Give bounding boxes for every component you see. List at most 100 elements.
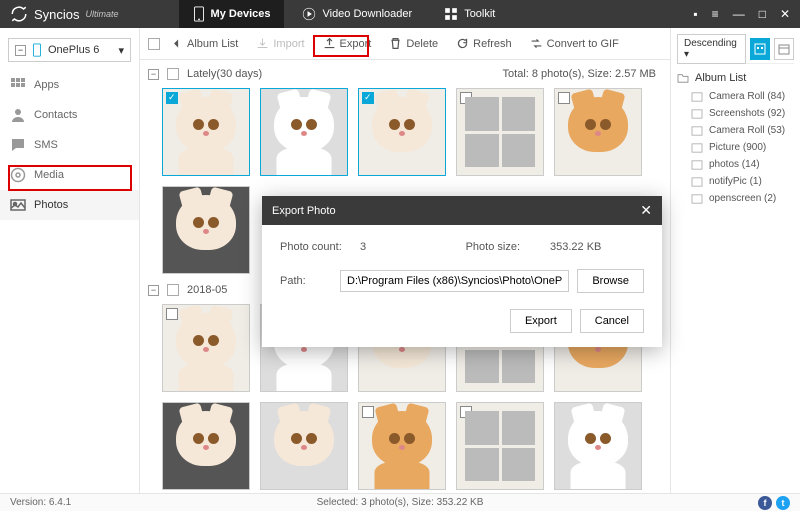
tab-label: Toolkit [464, 8, 495, 20]
photo-thumb[interactable] [260, 88, 348, 176]
facebook-icon[interactable]: f [758, 496, 772, 510]
collapse-icon[interactable]: − [148, 69, 159, 80]
photo-thumb[interactable] [358, 88, 446, 176]
nav-label: SMS [34, 139, 58, 151]
album-item[interactable]: notifyPic (1) [677, 173, 794, 190]
album-list-header[interactable]: Album List [677, 68, 794, 88]
size-value: 353.22 KB [550, 241, 601, 253]
sidebar-item-photos[interactable]: Photos [0, 190, 139, 220]
sidebar-item-sms[interactable]: SMS [0, 130, 139, 160]
trash-icon [389, 37, 402, 50]
play-icon [302, 7, 316, 21]
version-label: Version: 6.4.1 [10, 497, 71, 508]
photo-thumb[interactable] [456, 402, 544, 490]
collapse-icon[interactable]: − [148, 285, 159, 296]
tab-video-downloader[interactable]: Video Downloader [288, 0, 426, 28]
album-label: photos (14) [709, 159, 760, 170]
import-button[interactable]: Import [248, 32, 312, 55]
import-icon [256, 37, 269, 50]
sort-select[interactable]: Descending ▾ [677, 34, 746, 64]
sidebar-item-apps[interactable]: Apps [0, 70, 139, 100]
tab-label: My Devices [211, 8, 271, 20]
sidebar-right: Descending ▾ Album List Camera Roll (84)… [670, 28, 800, 493]
photo-thumb[interactable] [162, 304, 250, 392]
btn-label: Delete [406, 38, 438, 50]
annotation-box [313, 35, 369, 57]
photo-thumb[interactable] [358, 402, 446, 490]
sms-icon [10, 137, 26, 153]
path-input[interactable] [340, 270, 569, 292]
album-label: Camera Roll (84) [709, 91, 785, 102]
feedback-icon[interactable]: ▪ [693, 7, 697, 21]
pic-icon [691, 194, 703, 204]
close-icon[interactable]: ✕ [780, 7, 790, 21]
collapse-icon[interactable]: − [15, 45, 26, 56]
export-confirm-button[interactable]: Export [510, 309, 572, 333]
photo-thumb[interactable] [162, 88, 250, 176]
nav-label: Contacts [34, 109, 77, 121]
selection-summary: Selected: 3 photo(s), Size: 353.22 KB [317, 497, 484, 508]
view-list-button[interactable] [774, 38, 794, 60]
album-item[interactable]: Camera Roll (53) [677, 122, 794, 139]
pic-icon [691, 92, 703, 102]
photo-thumb[interactable] [554, 88, 642, 176]
maximize-icon[interactable]: □ [759, 7, 766, 21]
dialog-title: Export Photo [272, 205, 336, 217]
device-selector[interactable]: − OnePlus 6 ▾ [8, 38, 131, 62]
delete-button[interactable]: Delete [381, 32, 446, 55]
app-name: Syncios [34, 7, 80, 22]
tab-label: Video Downloader [322, 8, 412, 20]
nav-label: Photos [34, 199, 68, 211]
count-label: Photo count: [280, 241, 360, 253]
view-grid-button[interactable] [750, 38, 770, 60]
toolbar: Album List Import Export Delete Refresh … [140, 28, 670, 60]
photo-thumb[interactable] [554, 402, 642, 490]
tab-my-devices[interactable]: My Devices [179, 0, 285, 28]
minimize-icon[interactable]: — [733, 7, 745, 21]
album-label: notifyPic (1) [709, 176, 762, 187]
btn-label: Convert to GIF [547, 38, 619, 50]
sort-label: Descending [684, 38, 737, 49]
photo-thumb[interactable] [456, 88, 544, 176]
album-item[interactable]: Screenshots (92) [677, 105, 794, 122]
album-list-button[interactable]: Album List [162, 32, 246, 55]
convert-gif-button[interactable]: Convert to GIF [522, 32, 627, 55]
photos-icon [10, 197, 26, 213]
pic-icon [691, 126, 703, 136]
sort-row: Descending ▾ [677, 34, 794, 64]
browse-button[interactable]: Browse [577, 269, 644, 293]
photo-thumb[interactable] [162, 402, 250, 490]
device-name: OnePlus 6 [48, 44, 99, 56]
nav-label: Apps [34, 79, 59, 91]
dialog-header: Export Photo ✕ [262, 196, 662, 225]
photo-thumb[interactable] [260, 402, 348, 490]
photo-thumb[interactable] [162, 186, 250, 274]
refresh-button[interactable]: Refresh [448, 32, 520, 55]
header-tabs: My Devices Video Downloader Toolkit [179, 0, 510, 28]
menu-icon[interactable]: ≡ [712, 7, 719, 21]
btn-label: Album List [187, 38, 238, 50]
group-checkbox[interactable] [167, 284, 179, 296]
group-header-lately: − Lately(30 days) Total: 8 photo(s), Siz… [148, 64, 662, 84]
calendar-icon [778, 43, 790, 55]
album-item[interactable]: openscreen (2) [677, 190, 794, 207]
count-value: 3 [360, 241, 420, 253]
album-label: Camera Roll (53) [709, 125, 785, 136]
convert-icon [530, 37, 543, 50]
path-row: Path: Browse [280, 269, 644, 293]
sidebar-item-contacts[interactable]: Contacts [0, 100, 139, 130]
album-item[interactable]: Camera Roll (84) [677, 88, 794, 105]
chevron-down-icon: ▾ [118, 44, 124, 57]
annotation-box [8, 165, 132, 191]
cancel-button[interactable]: Cancel [580, 309, 644, 333]
twitter-icon[interactable]: t [776, 496, 790, 510]
close-icon[interactable]: ✕ [640, 202, 652, 219]
album-item[interactable]: photos (14) [677, 156, 794, 173]
dialog-actions: Export Cancel [280, 309, 644, 333]
tab-toolkit[interactable]: Toolkit [430, 0, 509, 28]
group-checkbox[interactable] [167, 68, 179, 80]
album-list: Album List Camera Roll (84) Screenshots … [677, 68, 794, 207]
album-item[interactable]: Picture (900) [677, 139, 794, 156]
btn-label: Refresh [473, 38, 512, 50]
select-all-checkbox[interactable] [148, 38, 160, 50]
